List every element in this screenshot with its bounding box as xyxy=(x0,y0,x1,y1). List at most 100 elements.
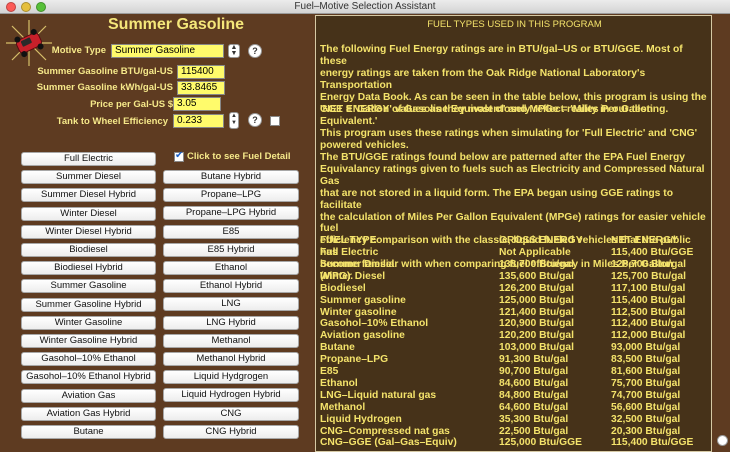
net-energy-cell: 112,500 Btu/gal xyxy=(611,306,686,318)
price-field[interactable]: 3.05 xyxy=(173,97,221,111)
btu-field[interactable]: 115400 xyxy=(177,65,225,79)
net-energy-cell: 115,400 Btu/GGE xyxy=(611,437,694,449)
table-row: E85 90,700 Btu/gal 81,600 Btu/gal xyxy=(320,366,708,378)
selected-fuel-heading: Summer Gasoline xyxy=(108,16,245,33)
net-energy-cell: 75,700 Btu/gal xyxy=(611,377,681,389)
fuel-info-panel: FUEL TYPES USED IN THIS PROGRAM The foll… xyxy=(315,15,712,452)
gross-energy-cell: 121,400 Btu/gal xyxy=(499,306,574,318)
gross-energy-cell: 64,600 Btu/gal xyxy=(499,401,569,413)
kwh-field[interactable]: 33.8465 xyxy=(177,81,225,95)
fuel-button[interactable]: Ethanol xyxy=(163,261,299,275)
efficiency-field[interactable]: 0.233 xyxy=(173,114,224,128)
fuel-button[interactable]: Winter Gasoline xyxy=(21,315,156,330)
gross-energy-cell: 84,600 Btu/gal xyxy=(499,377,569,389)
fuel-button[interactable]: Propane–LPG Hybrid xyxy=(163,206,299,221)
fuel-button[interactable]: Summer Diesel Hybrid xyxy=(21,188,156,203)
efficiency-help-icon[interactable]: ? xyxy=(248,113,262,127)
fuel-button[interactable]: CNG xyxy=(163,406,299,421)
net-energy-cell: 56,600 Btu/gal xyxy=(611,401,681,413)
window-title: Fuel–Motive Selection Assistant xyxy=(294,1,436,12)
window-title-bar: Fuel–Motive Selection Assistant xyxy=(0,0,730,14)
fuel-button[interactable]: Butane Hybrid xyxy=(163,170,299,184)
fuel-button[interactable]: Summer Gasoline Hybrid xyxy=(21,297,156,312)
fuel-type-cell: Ethanol xyxy=(320,377,358,389)
table-row: Butane 103,000 Btu/gal 93,000 Btu/gal xyxy=(320,342,708,354)
fuel-button[interactable]: Liquid Hydgrogen xyxy=(163,370,299,385)
fuel-button[interactable]: Summer Diesel xyxy=(21,170,156,185)
efficiency-label: Tank to Wheel Efficiency xyxy=(56,116,168,127)
table-row: Biodiesel 126,200 Btu/gal 117,100 Btu/gal xyxy=(320,283,708,295)
fuel-type-cell: Aviation gasoline xyxy=(320,330,405,342)
fuel-button[interactable]: LNG xyxy=(163,297,299,312)
net-energy-cell: 32,500 Btu/gal xyxy=(611,413,681,425)
fuel-button[interactable]: Methanol xyxy=(163,333,299,348)
fuel-type-cell: Butane xyxy=(320,342,355,354)
help-icon[interactable]: ? xyxy=(248,44,262,58)
fuel-type-cell: Winter Diesel xyxy=(320,270,386,282)
efficiency-checkbox[interactable] xyxy=(270,116,280,126)
fuel-button[interactable]: Biodiesel Hybrid xyxy=(21,261,156,276)
fuel-button[interactable]: Aviation Gas xyxy=(21,388,156,403)
gross-energy-cell: 103,000 Btu/gal xyxy=(499,342,574,354)
fuel-button[interactable]: Gasohol–10% Ethanol Hybrid xyxy=(21,370,156,385)
table-row: Methanol 64,600 Btu/gal 56,600 Btu/gal xyxy=(320,402,708,414)
fuel-type-cell: Winter gasoline xyxy=(320,306,397,318)
net-energy-cell: 20,300 Btu/gal xyxy=(611,425,681,437)
net-energy-cell: 112,000 Btu/gal xyxy=(611,330,686,342)
net-energy-cell: 112,400 Btu/gal xyxy=(611,318,686,330)
gross-energy-cell: 90,700 Btu/gal xyxy=(499,366,569,377)
fuel-button[interactable]: CNG Hybrid xyxy=(163,424,299,439)
fuel-type-cell: CNG–GGE (Gal–Gas–Equiv) xyxy=(320,437,457,449)
net-energy-cell: 117,100 Btu/gal xyxy=(611,282,686,294)
gross-energy-cell: 120,900 Btu/gal xyxy=(499,318,574,330)
fuel-button[interactable]: Butane xyxy=(21,425,156,439)
fuel-button[interactable]: Biodiesel xyxy=(21,243,156,257)
fuel-button[interactable]: Full Electric xyxy=(21,152,156,166)
table-row: Ethanol 84,600 Btu/gal 75,700 Btu/gal xyxy=(320,378,708,390)
gross-energy-cell: 35,300 Btu/gal xyxy=(499,413,569,425)
motive-type-label: Motive Type xyxy=(51,45,106,56)
fuel-button[interactable]: Winter Gasoline Hybrid xyxy=(21,334,156,348)
fuel-button[interactable]: Winter Diesel Hybrid xyxy=(21,224,156,239)
fuel-type-cell: Gasohol–10% Ethanol xyxy=(320,318,429,330)
app-logo-icon xyxy=(6,20,52,66)
gross-energy-cell: 91,300 Btu/gal xyxy=(499,354,569,366)
table-header-row: FUEL TYPE GROSS ENERGY NET ENERGY xyxy=(320,235,708,247)
fuel-button[interactable]: E85 xyxy=(163,224,299,239)
net-energy-cell: 93,000 Btu/gal xyxy=(611,342,681,354)
info-heading: FUEL TYPES USED IN THIS PROGRAM xyxy=(427,19,602,30)
fuel-button[interactable]: Aviation Gas Hybrid xyxy=(21,406,156,421)
gross-energy-cell: Not Applicable xyxy=(499,247,571,258)
fuel-button[interactable]: Summer Gasoline xyxy=(21,279,156,294)
gross-energy-cell: 125,000 Btu/gal xyxy=(499,294,574,306)
fuel-button[interactable]: E85 Hybrid xyxy=(163,242,299,257)
col-header-gross-energy: GROSS ENERGY xyxy=(499,235,583,246)
fuel-button[interactable]: Methanol Hybrid xyxy=(163,352,299,366)
table-row: CNG–Compressed nat gas 22,500 Btu/gal 20,3… xyxy=(320,426,708,438)
fuel-button[interactable]: Winter Diesel xyxy=(21,206,156,221)
fuel-type-cell: Methanol xyxy=(320,401,366,413)
motive-type-select[interactable]: Summer Gasoline xyxy=(111,44,224,58)
fuel-button[interactable]: LNG Hybrid xyxy=(163,315,299,330)
fuel-type-cell: Biodiesel xyxy=(320,282,366,294)
table-row: Winter gasoline 121,400 Btu/gal 112,500 Bt… xyxy=(320,307,708,319)
chevron-updown-icon[interactable]: ▲ ▼ xyxy=(228,44,240,58)
btu-label: Summer Gasoline BTU/gal-US xyxy=(37,66,173,77)
fuel-detail-checkbox[interactable] xyxy=(174,150,184,162)
fuel-type-cell: LNG–Liquid natural gas xyxy=(320,389,437,401)
table-row: Summer Diesel 138,700 Btu/gal 128,700 Btu/… xyxy=(320,259,708,271)
fuel-type-cell: Summer Diesel xyxy=(320,258,395,270)
fuel-button[interactable]: Ethanol Hybrid xyxy=(163,279,299,294)
table-row: Aviation gasoline 120,200 Btu/gal 112,000 … xyxy=(320,330,708,342)
gross-energy-cell: 135,600 Btu/gal xyxy=(499,270,574,282)
net-energy-cell: 128,700 Btu/gal xyxy=(611,258,686,270)
efficiency-stepper[interactable]: ▲ ▼ xyxy=(229,112,239,129)
table-row: Propane–LPG 91,300 Btu/gal 83,500 Btu/gal xyxy=(320,354,708,366)
fuel-button[interactable]: Liquid Hydrogen Hybrid xyxy=(163,388,299,403)
fuel-button[interactable]: Gasohol–10% Ethanol xyxy=(21,352,156,367)
resize-knob[interactable] xyxy=(717,435,728,446)
fuel-type-cell: Liquid Hydrogen xyxy=(320,413,402,425)
fuel-button[interactable]: Propane–LPG xyxy=(163,188,299,203)
info-paragraph-2: GGE = 'Gallon of Gasoline Equivalent' an… xyxy=(320,104,698,151)
gross-energy-cell: 125,000 Btu/GGE xyxy=(499,437,582,449)
